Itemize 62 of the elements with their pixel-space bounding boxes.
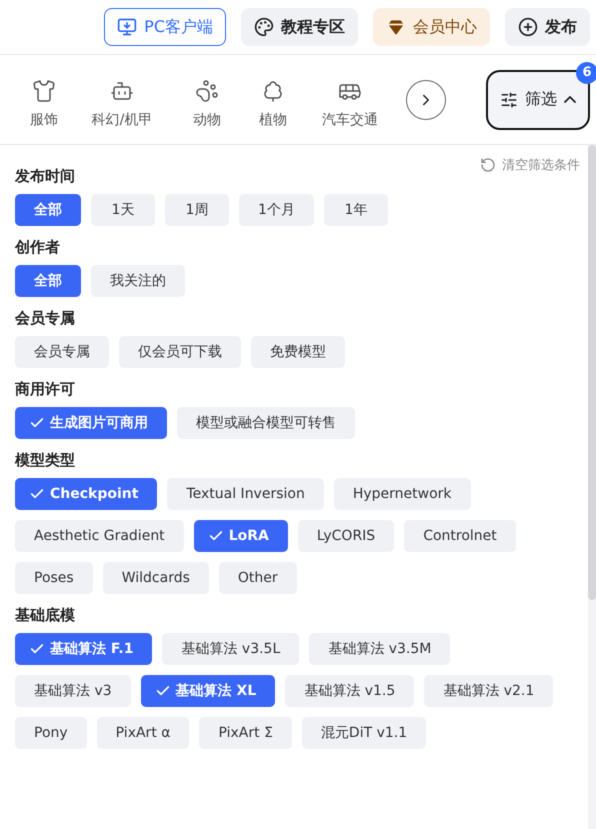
- filter-chip[interactable]: Other: [218, 562, 297, 594]
- filter-chip[interactable]: 免费模型: [251, 336, 345, 368]
- category-tab[interactable]: 汽车交通: [302, 78, 398, 128]
- filter-chip[interactable]: Hypernetwork: [334, 478, 471, 510]
- filter-chip[interactable]: PixArt α: [96, 717, 190, 749]
- filter-chip[interactable]: 会员专属: [15, 336, 109, 368]
- filter-chip[interactable]: 1年: [324, 194, 388, 226]
- filter-chip[interactable]: 基础算法 v3.5L: [162, 633, 300, 665]
- category-tab[interactable]: 科幻/机甲: [74, 78, 170, 128]
- filter-chip[interactable]: 仅会员可下载: [119, 336, 241, 368]
- reset-icon: [480, 157, 496, 173]
- chevron-up-icon: [564, 96, 576, 103]
- filter-chip[interactable]: 基础算法 XL: [140, 675, 276, 707]
- paw-icon: [195, 78, 219, 102]
- filter-chip[interactable]: PixArt Σ: [199, 717, 292, 749]
- nav-button[interactable]: 发布: [505, 8, 590, 46]
- filter-chip[interactable]: 基础算法 v3.5M: [309, 633, 450, 665]
- section-title: 发布时间: [15, 167, 76, 186]
- gem-icon: [386, 17, 406, 37]
- filter-chip[interactable]: Aesthetic Gradient: [15, 520, 184, 552]
- filter-chip[interactable]: 模型或融合模型可转售: [177, 407, 355, 439]
- filter-chip[interactable]: Pony: [15, 717, 87, 749]
- section-title: 模型类型: [15, 451, 76, 470]
- filter-chip[interactable]: 混元DiT v1.1: [302, 717, 426, 749]
- filter-chip[interactable]: 1个月: [239, 194, 314, 226]
- filter-chip[interactable]: 基础算法 v1.5: [285, 675, 414, 707]
- filter-chip[interactable]: 我关注的: [91, 265, 185, 297]
- filter-chip[interactable]: Textual Inversion: [167, 478, 324, 510]
- nav-button[interactable]: 会员中心: [373, 8, 490, 46]
- next-button[interactable]: [406, 80, 446, 120]
- filter-chip[interactable]: Poses: [15, 562, 93, 594]
- monitor-download-icon: [117, 17, 138, 37]
- clear-filters-button[interactable]: 清空筛选条件: [480, 155, 580, 175]
- tree-icon: [261, 78, 285, 102]
- filter-chip[interactable]: 1周: [165, 194, 229, 226]
- filter-chip[interactable]: LyCORIS: [298, 520, 394, 552]
- filter-chip[interactable]: 基础算法 v3: [15, 675, 131, 707]
- nav-button[interactable]: 教程专区: [241, 8, 358, 46]
- filter-chip[interactable]: 1天: [91, 194, 155, 226]
- filter-chip[interactable]: 基础算法 F.1: [15, 633, 152, 665]
- sliders-icon: [500, 90, 518, 108]
- section-title: 基础底模: [15, 606, 76, 625]
- section-title: 会员专属: [15, 309, 76, 328]
- palette-icon: [254, 17, 274, 37]
- filter-chip[interactable]: 生成图片可商用: [15, 407, 167, 439]
- shirt-icon: [32, 78, 56, 102]
- count-badge: 6: [576, 62, 596, 84]
- filter-chip[interactable]: Controlnet: [404, 520, 516, 552]
- filter-chip[interactable]: 全部: [15, 265, 81, 297]
- section-title: 创作者: [15, 238, 61, 257]
- filter-chip[interactable]: 全部: [15, 194, 81, 226]
- section-title: 商用许可: [15, 380, 76, 399]
- plus-circle-icon: [518, 17, 538, 37]
- filter-chip[interactable]: LoRA: [194, 520, 288, 552]
- category-tab[interactable]: 植物: [244, 78, 302, 128]
- filter-chip[interactable]: 基础算法 v2.1: [424, 675, 554, 707]
- filter-chip[interactable]: Wildcards: [102, 562, 209, 594]
- filter-chip[interactable]: Checkpoint: [15, 478, 158, 510]
- nav-button[interactable]: PC客户端: [104, 8, 226, 46]
- category-tab[interactable]: 动物: [170, 78, 244, 128]
- category-tab[interactable]: 服饰: [14, 78, 74, 128]
- scrollbar[interactable]: [588, 145, 596, 829]
